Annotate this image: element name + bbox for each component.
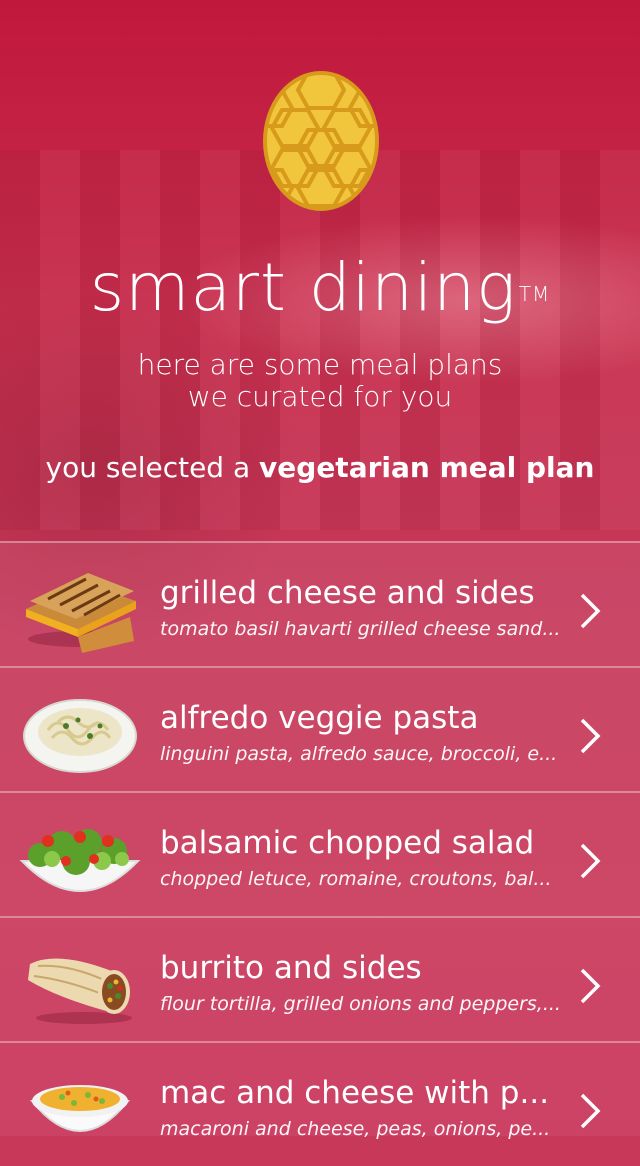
mac-and-cheese-image — [29, 1085, 131, 1132]
chevron-right-icon — [580, 968, 601, 1004]
subtitle: here are some meal plans we curated for … — [0, 349, 640, 413]
meal-name: balsamic chopped salad — [160, 825, 535, 861]
meal-description: macaroni and cheese, peas, onions, pe... — [160, 1118, 551, 1140]
meal-item-burrito[interactable]: burrito and sides flour tortilla, grille… — [0, 916, 640, 1041]
meal-name: mac and cheese with p... — [160, 1075, 550, 1111]
turtle-shell-logo-icon — [263, 71, 379, 211]
selected-plan-prefix: you selected a — [45, 451, 260, 484]
chevron-right-icon — [580, 718, 601, 754]
salad-image — [19, 829, 141, 892]
app-title-text: smart dining — [89, 249, 517, 326]
meal-item-balsamic-salad[interactable]: balsamic chopped salad chopped letuce, r… — [0, 791, 640, 916]
selected-plan-text: you selected a vegetarian meal plan — [0, 450, 640, 486]
meal-item-mac-and-cheese[interactable]: mac and cheese with p... macaroni and ch… — [0, 1041, 640, 1166]
app-title: smart dining TM — [0, 248, 640, 328]
meal-name: grilled cheese and sides — [160, 575, 535, 611]
meal-plan-list: grilled cheese and sides tomato basil ha… — [0, 541, 640, 1166]
chevron-right-icon — [580, 593, 601, 629]
meal-item-alfredo-pasta[interactable]: alfredo veggie pasta linguini pasta, alf… — [0, 666, 640, 791]
meal-description: flour tortilla, grilled onions and peppe… — [160, 993, 561, 1015]
meal-name: burrito and sides — [160, 950, 422, 986]
grilled-cheese-image — [26, 573, 136, 653]
meal-description: tomato basil havarti grilled cheese sand… — [160, 618, 561, 640]
meal-item-grilled-cheese[interactable]: grilled cheese and sides tomato basil ha… — [0, 541, 640, 666]
burrito-image — [28, 958, 132, 1024]
trademark-mark: TM — [518, 282, 551, 306]
meal-description: chopped letuce, romaine, croutons, bal..… — [160, 868, 552, 890]
meal-description: linguini pasta, alfredo sauce, broccoli,… — [160, 743, 558, 765]
subtitle-line-2: we curated for you — [187, 380, 453, 413]
selected-plan-name: vegetarian meal plan — [259, 451, 595, 484]
chevron-right-icon — [580, 1093, 601, 1129]
subtitle-line-1: here are some meal plans — [137, 348, 503, 381]
chevron-right-icon — [580, 843, 601, 879]
pasta-image — [23, 699, 137, 773]
meal-name: alfredo veggie pasta — [160, 700, 479, 736]
